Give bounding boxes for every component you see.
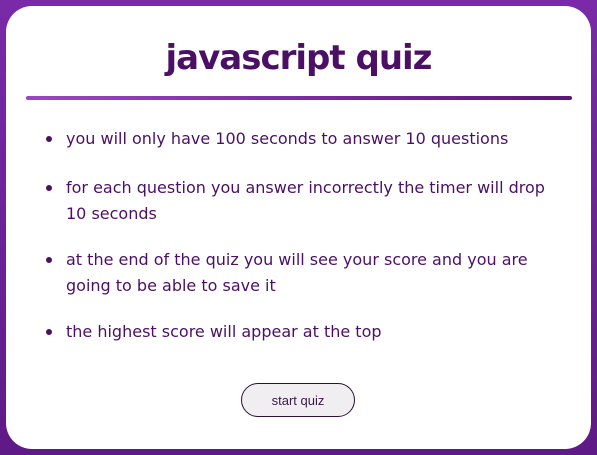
bullet-icon [46, 257, 52, 263]
quiz-card: javascript quiz you will only have 100 s… [6, 6, 591, 449]
start-quiz-button[interactable]: start quiz [241, 383, 355, 417]
rule-text: for each question you answer incorrectly… [66, 178, 545, 223]
title-divider [26, 96, 572, 100]
page-title: javascript quiz [165, 38, 433, 78]
list-item: you will only have 100 seconds to answer… [46, 126, 566, 152]
list-item: the highest score will appear at the top [46, 319, 566, 345]
rule-text: you will only have 100 seconds to answer… [66, 129, 509, 148]
rule-text: at the end of the quiz you will see your… [66, 250, 528, 295]
list-item: at the end of the quiz you will see your… [46, 247, 566, 299]
list-item: for each question you answer incorrectly… [46, 175, 566, 227]
rule-text: the highest score will appear at the top [66, 322, 382, 341]
rules-list: you will only have 100 seconds to answer… [46, 126, 566, 345]
bullet-icon [46, 185, 52, 191]
bullet-icon [46, 136, 52, 142]
bullet-icon [46, 329, 52, 335]
